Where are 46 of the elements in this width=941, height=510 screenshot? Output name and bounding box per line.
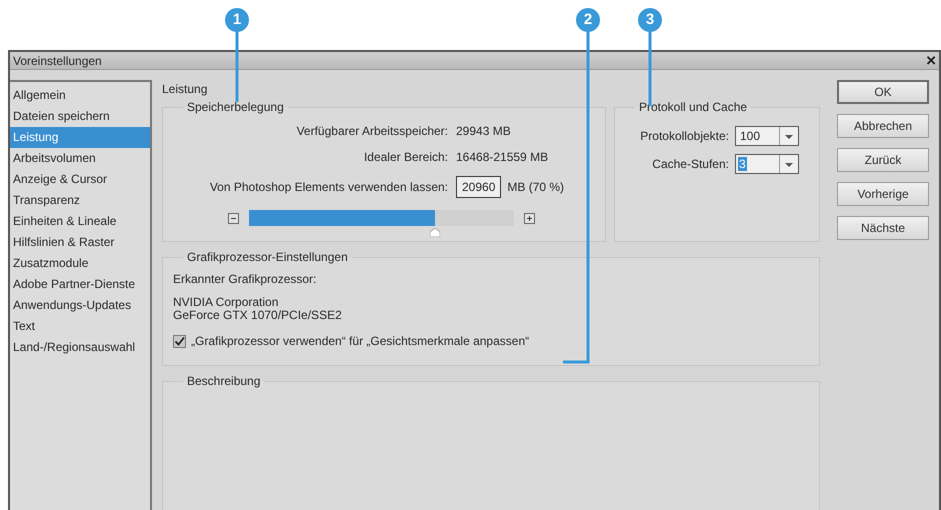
sidebar-item[interactable]: Allgemein: [10, 85, 150, 106]
sidebar-item[interactable]: Dateien speichern: [10, 106, 150, 127]
plus-icon[interactable]: [524, 212, 535, 224]
group-title: Protokoll und Cache: [638, 100, 748, 114]
sidebar-item[interactable]: Land-/Regionsauswahl: [10, 337, 150, 358]
dialog-button[interactable]: Abbrechen: [837, 114, 929, 138]
sidebar-item[interactable]: Anzeige & Cursor: [10, 169, 150, 190]
dialog-button[interactable]: Zurück: [837, 148, 929, 172]
section-heading: Leistung: [162, 82, 208, 96]
sidebar-item[interactable]: Transparenz: [10, 190, 150, 211]
sidebar-item[interactable]: Adobe Partner-Dienste: [10, 274, 150, 295]
callout-number: 2: [576, 8, 600, 32]
field-label: Verfügbarer Arbeitsspeicher:: [296, 124, 448, 138]
sidebar-item[interactable]: Arbeitsvolumen: [10, 148, 150, 169]
callout-number: 1: [225, 8, 249, 32]
group-title: Speicherbelegung: [186, 100, 285, 114]
field-label: Von Photoshop Elements verwenden lassen:: [208, 180, 448, 194]
field-label: Idealer Bereich:: [362, 150, 448, 164]
window-title: Voreinstellungen: [13, 54, 102, 68]
slider-thumb[interactable]: [430, 228, 440, 237]
dialog-button[interactable]: OK: [837, 80, 929, 104]
group-title: Grafikprozessor-Einstellungen: [186, 250, 349, 264]
leader-line: [236, 30, 238, 102]
close-button[interactable]: ×: [923, 52, 939, 68]
input-field[interactable]: 20960: [456, 176, 502, 198]
checkbox-label[interactable]: „Grafikprozessor verwenden“ für „Gesichtsmerkmale anpassen“: [191, 334, 530, 348]
minus-icon[interactable]: [228, 212, 239, 224]
checkbox[interactable]: [173, 334, 186, 348]
sidebar-item[interactable]: Einheiten & Lineale: [10, 211, 150, 232]
field-label: Protokollobjekte:: [639, 129, 729, 143]
sidebar-item[interactable]: Zusatzmodule: [10, 253, 150, 274]
dropdown[interactable]: 100: [735, 126, 799, 146]
sidebar-item[interactable]: Hilfslinien & Raster: [10, 232, 150, 253]
group-title: Beschreibung: [186, 374, 262, 388]
gpu-name: GeForce GTX 1070/PCIe/SSE2: [173, 309, 343, 322]
unit-label: MB (70 %): [507, 180, 564, 194]
sidebar-item[interactable]: Anwendungs-Updates: [10, 295, 150, 316]
field-value: 29943 MB: [456, 124, 512, 138]
dialog-button[interactable]: Nächste: [837, 216, 929, 240]
field-label: Erkannter Grafikprozessor:: [173, 272, 318, 286]
callout-number: 3: [638, 8, 662, 32]
sidebar-item[interactable]: Text: [10, 316, 150, 337]
dialog-button[interactable]: Vorherige: [837, 182, 929, 206]
field-value: 16468-21559 MB: [456, 150, 550, 164]
gpu-name: NVIDIA Corporation: [173, 296, 280, 309]
field-label: Cache-Stufen:: [651, 157, 729, 171]
